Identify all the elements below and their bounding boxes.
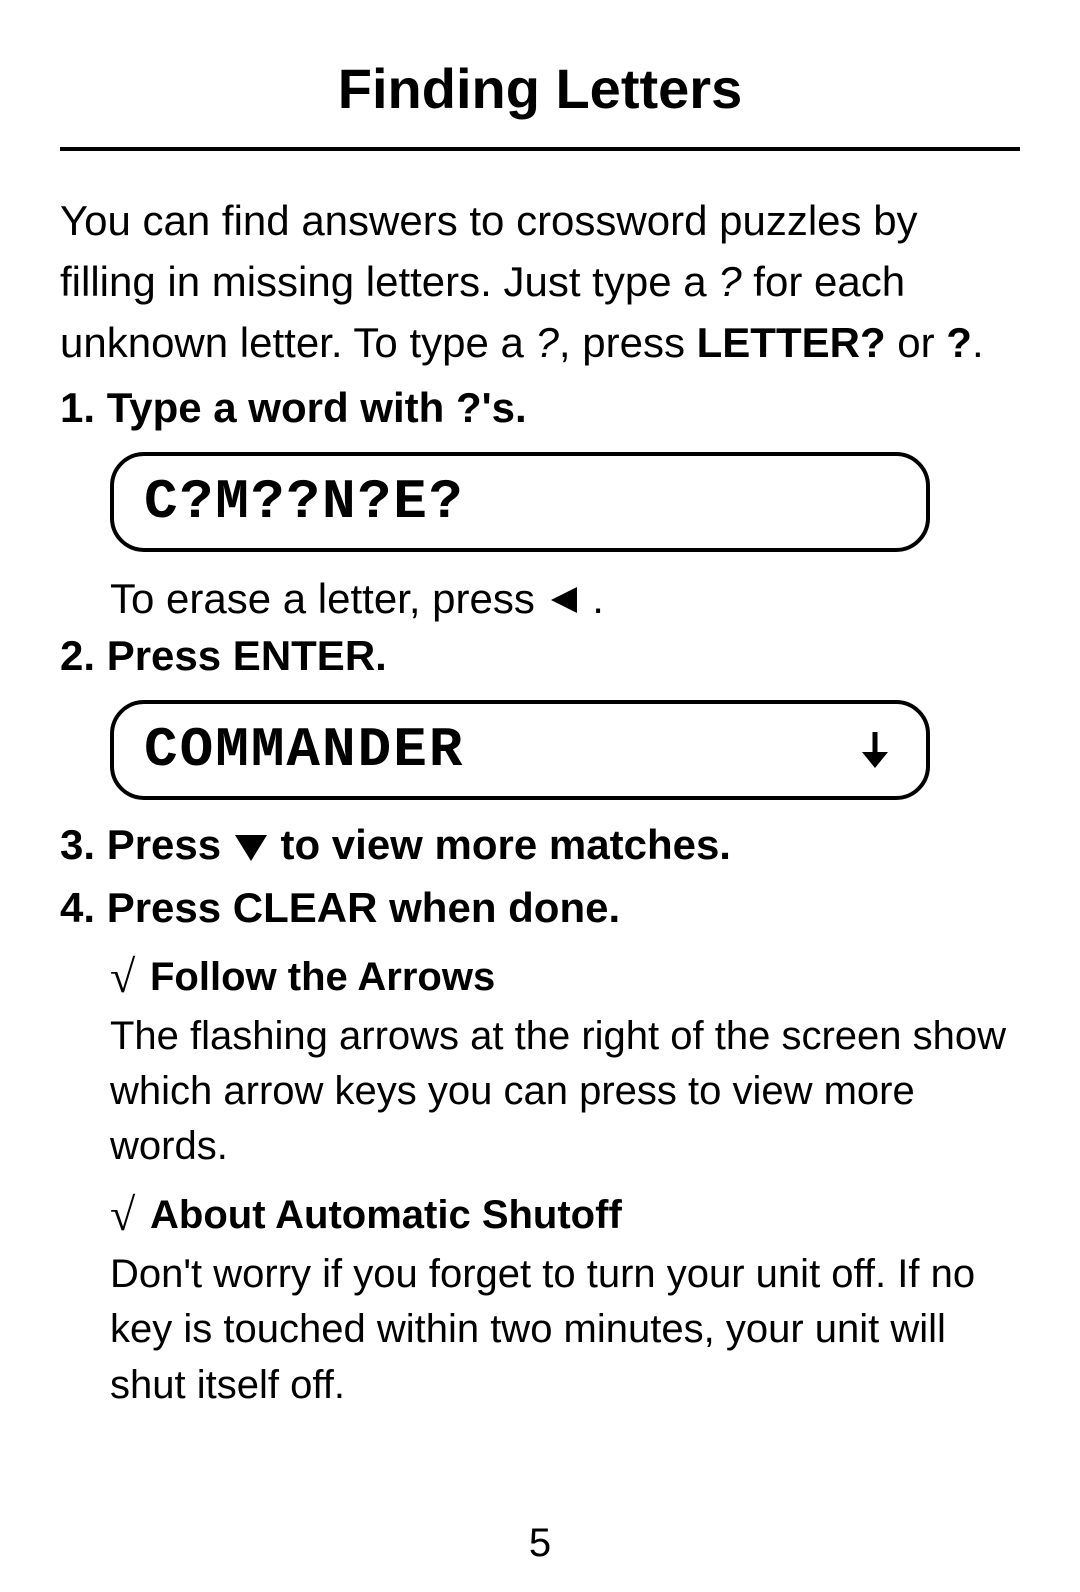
tip-follow-arrows: √Follow the Arrows The flashing arrows a… [110,950,1010,1413]
lcd-display-2: COMMANDER [110,700,930,800]
intro-q1: ? [718,258,741,305]
step-2: 2. Press ENTER. [60,632,1020,680]
key-letter-q: LETTER? [697,319,886,366]
down-arrow-icon [858,730,892,770]
tip-2-body: Don't worry if you forget to turn your u… [110,1247,1010,1413]
step-3: 3. Press to view more matches. [60,818,1020,873]
down-triangle-icon [233,833,269,863]
step-3-a: 3. Press [60,821,233,868]
intro-text-5: . [972,319,984,366]
check-icon-2: √ [110,1188,150,1241]
intro-q2: ? [536,319,559,366]
tip-2-heading: √About Automatic Shutoff [110,1188,1010,1241]
tip-1-heading: √Follow the Arrows [110,950,1010,1003]
key-q: ? [946,319,972,366]
intro-paragraph: You can find answers to crossword puzzle… [60,191,1020,374]
check-icon-1: √ [110,950,150,1003]
lcd-1-text: C?M??N?E? [144,470,464,534]
tip-2-heading-text: About Automatic Shutoff [150,1193,622,1237]
manual-page: Finding Letters You can find answers to … [0,0,1080,1592]
intro-text-3: , press [559,319,697,366]
page-number: 5 [0,1521,1080,1566]
erase-note: To erase a letter, press . [110,570,1020,629]
title-rule [60,147,1020,151]
erase-text-a: To erase a letter, press [110,575,547,622]
step-4: 4. Press CLEAR when done. [60,881,1020,936]
page-title: Finding Letters [60,56,1020,121]
tip-1-body: The flashing arrows at the right of the … [110,1009,1010,1175]
left-arrow-icon [547,583,581,617]
step-3-b: to view more matches. [280,821,731,868]
lcd-2-text: COMMANDER [144,718,464,782]
tip-1-heading-text: Follow the Arrows [150,955,495,999]
intro-text-4: or [886,319,947,366]
step-1: 1. Type a word with ?'s. [60,384,1020,432]
lcd-display-1: C?M??N?E? [110,452,930,552]
erase-text-b: . [592,575,604,622]
